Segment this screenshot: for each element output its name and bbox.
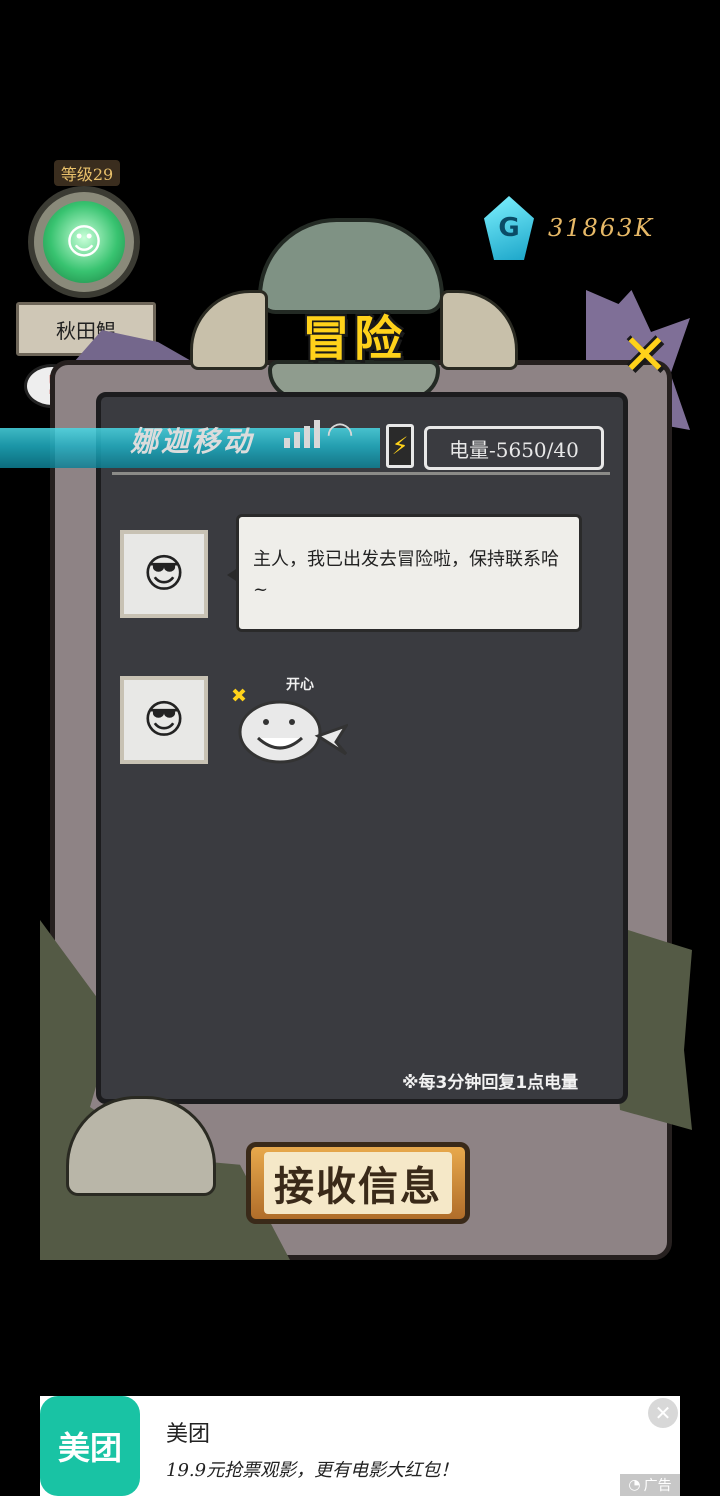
fan-shell-left — [190, 290, 268, 370]
receive-message-button[interactable]: 接收信息 — [246, 1142, 470, 1224]
battery-charging-icon: ⚡ — [386, 424, 414, 468]
sunglasses-fish-avatar: 😎 — [120, 676, 208, 764]
receive-message-label: 接收信息 — [264, 1152, 452, 1214]
carrier-name: 娜迦移动 — [130, 425, 255, 458]
close-x-icon[interactable]: ✕ — [614, 323, 676, 388]
ad-tag-label: 广告 — [643, 1478, 672, 1494]
currency-value: 31863K — [548, 214, 655, 242]
ad-tag: ◔ 广告 — [620, 1474, 680, 1496]
close-icon[interactable]: ✕ — [648, 1398, 678, 1428]
sticker-label: 开心 — [286, 677, 314, 693]
player-avatar-icon: ☺ — [43, 201, 125, 283]
energy-regen-note: ※每3分钟回复1点电量 — [402, 1073, 579, 1093]
signal-bars-icon — [284, 418, 326, 448]
ad-tag-icon: ◔ — [628, 1477, 641, 1493]
player-level-tag: 等级29 — [54, 160, 120, 186]
message-bubble: 主人，我已出发去冒险啦，保持联系哈~ — [227, 514, 582, 632]
player-avatar[interactable]: ☺ — [28, 186, 140, 298]
gem-currency-icon: G — [484, 196, 534, 260]
wifi-icon: ◠ — [326, 414, 354, 452]
meituan-logo-icon[interactable]: 美团 — [40, 1396, 140, 1496]
energy-counter: 电量-5650/40 — [424, 426, 604, 470]
ad-title[interactable]: 美团 — [166, 1416, 210, 1448]
ad-description[interactable]: 19.9元抢票观影，更有电影大红包！ — [166, 1456, 458, 1482]
sunglasses-fish-avatar: 😎 — [120, 530, 208, 618]
status-divider — [112, 472, 610, 475]
fan-shell-right — [440, 290, 518, 370]
page-title: 冒险 — [301, 311, 406, 367]
